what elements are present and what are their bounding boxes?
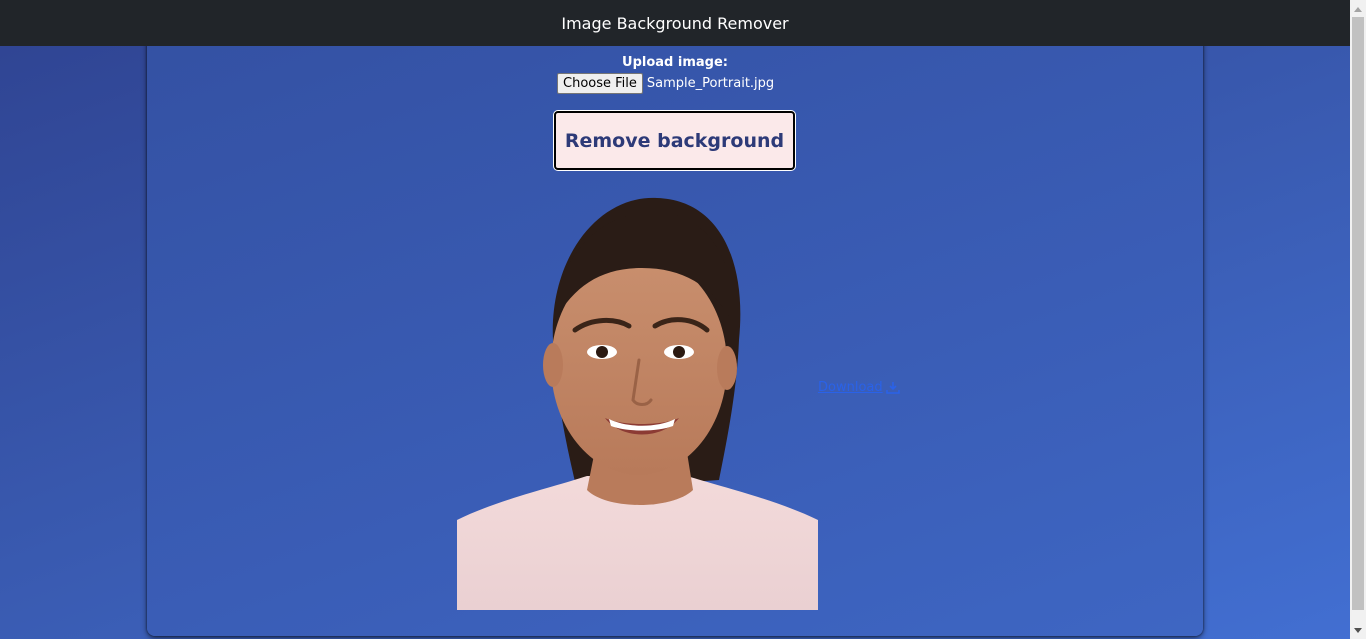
scroll-thumb[interactable]: [1352, 17, 1364, 610]
app-header: Image Background Remover: [0, 0, 1350, 46]
remove-background-button[interactable]: Remove background: [554, 111, 795, 170]
vertical-scrollbar[interactable]: [1350, 0, 1366, 639]
download-icon: [885, 382, 900, 394]
download-label: Download: [818, 380, 883, 395]
download-link[interactable]: Download: [818, 380, 900, 395]
choose-file-button[interactable]: Choose File: [557, 73, 643, 94]
file-input[interactable]: Choose File Sample_Portrait.jpg: [557, 73, 774, 94]
scroll-up-button[interactable]: [1350, 0, 1366, 17]
chevron-up-icon: [1354, 6, 1362, 12]
page-title: Image Background Remover: [561, 13, 789, 33]
scroll-down-button[interactable]: [1350, 622, 1366, 639]
portrait-image: [457, 197, 818, 610]
chevron-down-icon: [1354, 627, 1362, 633]
upload-label: Upload image:: [622, 55, 728, 70]
selected-file-name: Sample_Portrait.jpg: [646, 76, 775, 91]
